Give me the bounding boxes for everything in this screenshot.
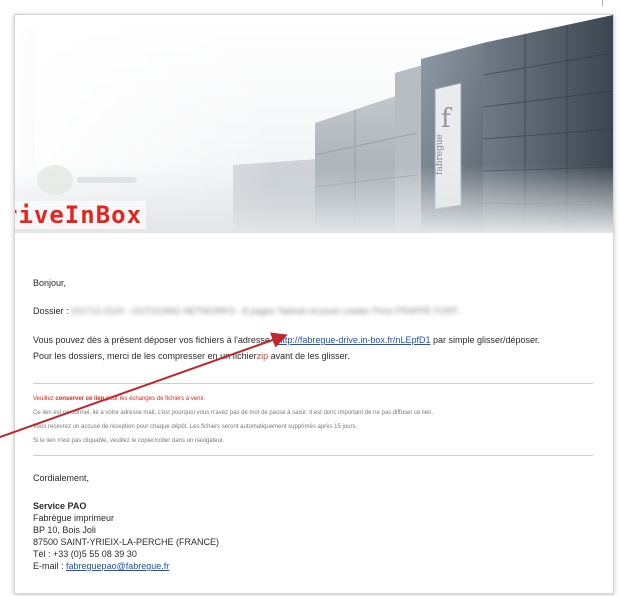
drive-in-box-brand: riveInBox	[15, 201, 147, 229]
email-body: Bonjour, Dossier : 201712.0124 - OUTGOIN…	[15, 233, 613, 593]
deposit-link[interactable]: http://fabregue-drive.in-box.fr/nLEpfD1	[277, 335, 430, 345]
faded-logo-bar	[77, 177, 137, 183]
deposit-line-2: Pour les dossiers, merci de les compress…	[33, 351, 350, 361]
closing: Cordialement,	[33, 473, 90, 483]
compress-hidden: zip	[256, 351, 269, 361]
notice-line-1: Veuillez conserver ce lien pour les écha…	[33, 396, 205, 402]
divider-top	[33, 383, 593, 384]
notice-prefix: Veuillez	[33, 396, 54, 402]
email-link[interactable]: fabreguepao@fabregue.fr	[66, 561, 169, 571]
notice-line-2: Ce lien est personnel, lié à votre adres…	[33, 410, 434, 416]
dossier-number: 201712.0124 -	[71, 306, 130, 316]
notice-suffix: pour les échanges de fichiers à venir.	[106, 396, 206, 402]
dossier-line: Dossier : 201712.0124 - OUTGOING NETWORK…	[33, 306, 460, 316]
signature-email-line: E-mail : fabreguepao@fabregue.fr	[33, 561, 169, 571]
dossier-label: Dossier :	[33, 306, 69, 316]
edge-mark	[596, 0, 603, 6]
compress-prefix: Pour les dossiers, merci de les compress…	[33, 351, 257, 361]
compress-suffix: avant de les glisser.	[270, 351, 350, 361]
notice-line-4: Si le lien n'est pas cliquable, veuillez…	[33, 438, 225, 444]
divider-bottom	[33, 455, 593, 456]
notice-bold: conserver ce lien	[55, 396, 105, 402]
signature-team: Service PAO	[33, 501, 87, 511]
signature-address-2: 87500 SAINT-YRIEIX-LA-PERCHE (FRANCE)	[33, 537, 220, 547]
notice-line-3: Vous recevrez un accusé de réception pou…	[33, 424, 358, 430]
email-label: E-mail :	[33, 561, 64, 571]
deposit-line-1: Vous pouvez dès à présent déposer vos fi…	[33, 335, 540, 345]
greeting: Bonjour,	[33, 278, 67, 288]
signature-address-1: BP 10, Bois Joli	[33, 525, 96, 535]
faded-logo-icon	[37, 165, 73, 195]
deposit-suffix: par simple glisser/déposer.	[432, 335, 541, 345]
email-message: f fabrègue riveInBox Bonjour, Dossier : …	[14, 14, 614, 594]
signature-phone: Tél : +33 (0)5 55 08 39 30	[33, 549, 137, 559]
deposit-prefix: Vous pouvez dès à présent déposer vos fi…	[33, 335, 275, 345]
dossier-client: OUTGOING NETWORKS	[131, 306, 236, 316]
dossier-description: : 8 pages Tabloid recassé Leader Price F…	[237, 306, 460, 316]
signature-company: Fabrègue imprimeur	[33, 513, 115, 523]
hero-banner: f fabrègue riveInBox	[15, 15, 613, 233]
